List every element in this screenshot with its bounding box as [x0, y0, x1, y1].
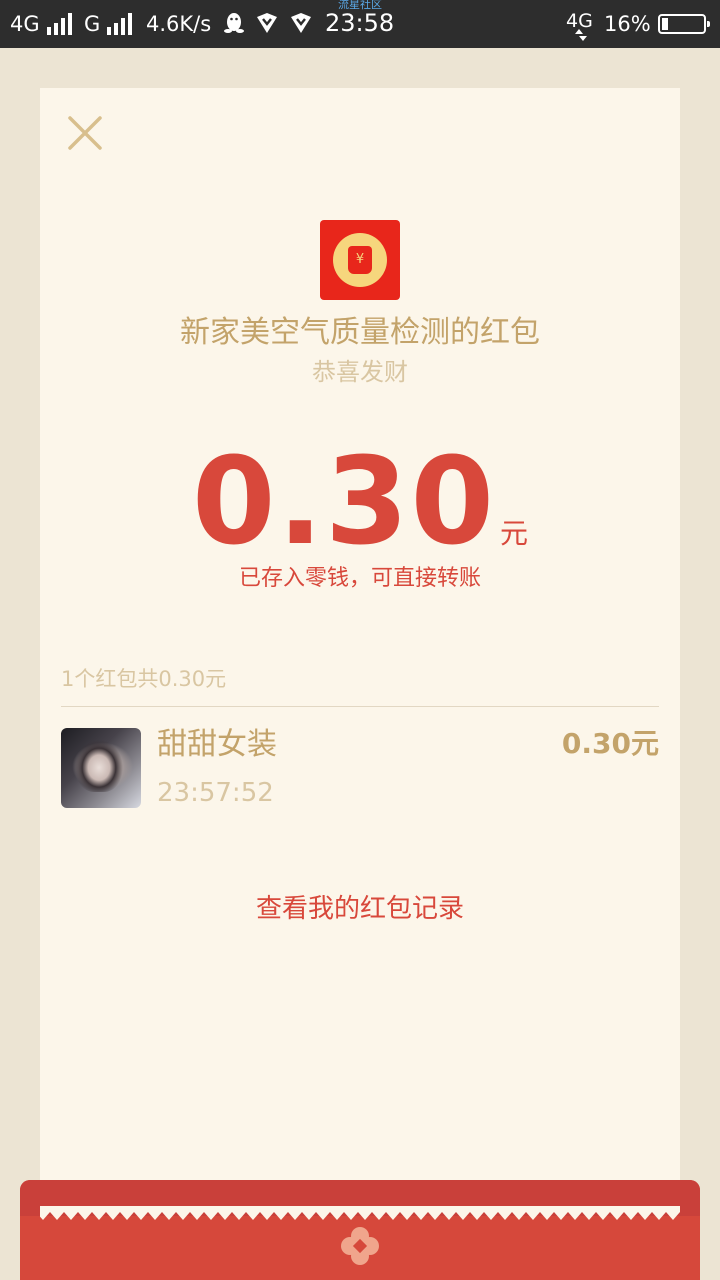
- signal-icon: [47, 13, 72, 35]
- packet-summary: 1个红包共0.30元: [61, 667, 227, 691]
- clock: 23:58: [325, 9, 395, 37]
- amount-value: 0.30: [191, 433, 497, 572]
- battery-percent: 16%: [604, 12, 651, 36]
- qq-penguin-icon: [224, 13, 244, 33]
- network-type-1: 4G: [10, 12, 40, 36]
- network-type-2: G: [84, 12, 101, 36]
- status-bar: 4G G 4.6K/s 流星社区 23:58 4G 16%: [0, 0, 720, 48]
- signal-icon: [107, 13, 132, 35]
- received-time: 23:57:52: [157, 778, 274, 808]
- red-packet-detail-card: ¥ 新家美空气质量检测的红包 恭喜发财 0.30 元 已存入零钱，可直接转账 1个…: [40, 88, 680, 1238]
- amount-display: 0.30 元: [40, 438, 680, 568]
- divider: [61, 706, 659, 707]
- list-item[interactable]: 甜甜女装 23:57:52 0.30元: [61, 726, 659, 810]
- view-history-link[interactable]: 查看我的红包记录: [40, 892, 680, 926]
- yuan-pouch-icon: ¥: [348, 246, 372, 274]
- close-button[interactable]: [60, 108, 110, 158]
- network-speed: 4.6K/s: [146, 12, 212, 36]
- vpn-shield-icon: [291, 13, 311, 33]
- amount-unit: 元: [500, 517, 529, 550]
- coin-circle: ¥: [333, 233, 387, 287]
- red-packet-icon: ¥: [320, 220, 400, 300]
- battery-icon: [658, 14, 710, 34]
- vpn-shield-icon: [257, 13, 277, 33]
- data-transfer-icon: [575, 29, 587, 41]
- flower-icon: [341, 1227, 379, 1265]
- zigzag-edge: [40, 1206, 680, 1220]
- avatar[interactable]: [61, 728, 141, 808]
- sender-title: 新家美空气质量检测的红包: [180, 315, 540, 350]
- close-icon[interactable]: [60, 108, 110, 158]
- battery-level: [662, 18, 668, 30]
- recipient-name: 甜甜女装: [157, 727, 277, 762]
- wishing-text: 恭喜发财: [312, 358, 408, 386]
- avatar-photo: [75, 734, 123, 792]
- saved-note: 已存入零钱，可直接转账: [238, 566, 481, 591]
- battery-cap: [707, 21, 710, 27]
- received-amount: 0.30元: [561, 727, 659, 760]
